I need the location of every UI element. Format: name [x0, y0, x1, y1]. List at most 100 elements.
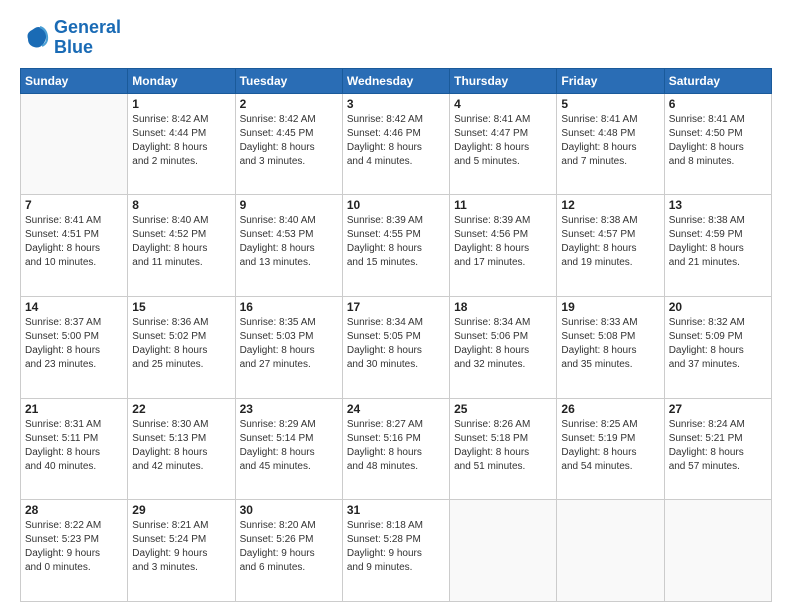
day-number: 30 [240, 503, 338, 517]
day-cell: 3 Sunrise: 8:42 AM Sunset: 4:46 PM Daylig… [342, 93, 449, 195]
day-number: 12 [561, 198, 659, 212]
day-number: 25 [454, 402, 552, 416]
day-cell: 13 Sunrise: 8:38 AM Sunset: 4:59 PM Dayli… [664, 195, 771, 297]
day-cell: 5Sunrise: 8:41 AM Sunset: 4:48 PM Daylig… [557, 93, 664, 195]
day-number: 5 [561, 97, 659, 111]
day-cell: 18 Sunrise: 8:34 AM Sunset: 5:06 PM Dayli… [450, 296, 557, 398]
day-cell: 28 Sunrise: 8:22 AM Sunset: 5:23 PM Dayli… [21, 500, 128, 602]
day-cell: 8 Sunrise: 8:40 AM Sunset: 4:52 PM Daylig… [128, 195, 235, 297]
day-cell: 10Sunrise: 8:39 AM Sunset: 4:55 PM Dayli… [342, 195, 449, 297]
day-info: Sunrise: 8:41 AM Sunset: 4:51 PM Dayligh… [25, 214, 123, 270]
day-cell: 30 Sunrise: 8:20 AM Sunset: 5:26 PM Dayli… [235, 500, 342, 602]
day-number: 21 [25, 402, 123, 416]
day-info: Sunrise: 8:42 AM Sunset: 4:46 PM Dayligh… [347, 113, 445, 169]
week-row-3: 14 Sunrise: 8:37 AM Sunset: 5:00 PM Dayli… [21, 296, 772, 398]
calendar-table: SundayMondayTuesdayWednesdayThursdayFrid… [20, 68, 772, 602]
day-cell: 7 Sunrise: 8:41 AM Sunset: 4:51 PM Daylig… [21, 195, 128, 297]
day-cell: 26Sunrise: 8:25 AM Sunset: 5:19 PM Dayli… [557, 398, 664, 500]
day-info: Sunrise: 8:42 AM Sunset: 4:44 PM Dayligh… [132, 113, 230, 169]
day-cell: 6 Sunrise: 8:41 AM Sunset: 4:50 PM Daylig… [664, 93, 771, 195]
day-number: 10 [347, 198, 445, 212]
week-row-2: 7 Sunrise: 8:41 AM Sunset: 4:51 PM Daylig… [21, 195, 772, 297]
logo-text: General Blue [54, 18, 121, 58]
day-cell: 17 Sunrise: 8:34 AM Sunset: 5:05 PM Dayli… [342, 296, 449, 398]
day-cell: 19 Sunrise: 8:33 AM Sunset: 5:08 PM Dayli… [557, 296, 664, 398]
day-info: Sunrise: 8:40 AM Sunset: 4:53 PM Dayligh… [240, 214, 338, 270]
day-number: 29 [132, 503, 230, 517]
day-cell: 12 Sunrise: 8:38 AM Sunset: 4:57 PM Dayli… [557, 195, 664, 297]
day-cell [664, 500, 771, 602]
day-number: 7 [25, 198, 123, 212]
day-number: 19 [561, 300, 659, 314]
weekday-friday: Friday [557, 68, 664, 93]
day-number: 16 [240, 300, 338, 314]
day-number: 4 [454, 97, 552, 111]
day-info: Sunrise: 8:31 AM Sunset: 5:11 PM Dayligh… [25, 418, 123, 474]
weekday-sunday: Sunday [21, 68, 128, 93]
day-cell: 24Sunrise: 8:27 AM Sunset: 5:16 PM Dayli… [342, 398, 449, 500]
day-info: Sunrise: 8:21 AM Sunset: 5:24 PM Dayligh… [132, 519, 230, 575]
day-number: 1 [132, 97, 230, 111]
calendar-body: 1 Sunrise: 8:42 AM Sunset: 4:44 PM Daylig… [21, 93, 772, 601]
header: General Blue [20, 18, 772, 58]
day-cell [557, 500, 664, 602]
logo: General Blue [20, 18, 121, 58]
calendar-header: SundayMondayTuesdayWednesdayThursdayFrid… [21, 68, 772, 93]
day-number: 14 [25, 300, 123, 314]
day-number: 23 [240, 402, 338, 416]
day-cell: 31 Sunrise: 8:18 AM Sunset: 5:28 PM Dayli… [342, 500, 449, 602]
day-number: 13 [669, 198, 767, 212]
weekday-thursday: Thursday [450, 68, 557, 93]
day-info: Sunrise: 8:29 AM Sunset: 5:14 PM Dayligh… [240, 418, 338, 474]
page: General Blue SundayMondayTuesdayWednesda… [0, 0, 792, 612]
day-number: 2 [240, 97, 338, 111]
day-number: 17 [347, 300, 445, 314]
day-number: 28 [25, 503, 123, 517]
day-cell: 16 Sunrise: 8:35 AM Sunset: 5:03 PM Dayli… [235, 296, 342, 398]
weekday-monday: Monday [128, 68, 235, 93]
week-row-4: 21 Sunrise: 8:31 AM Sunset: 5:11 PM Dayli… [21, 398, 772, 500]
day-number: 22 [132, 402, 230, 416]
day-cell: 11 Sunrise: 8:39 AM Sunset: 4:56 PM Dayli… [450, 195, 557, 297]
day-info: Sunrise: 8:34 AM Sunset: 5:06 PM Dayligh… [454, 316, 552, 372]
day-info: Sunrise: 8:32 AM Sunset: 5:09 PM Dayligh… [669, 316, 767, 372]
day-info: Sunrise: 8:34 AM Sunset: 5:05 PM Dayligh… [347, 316, 445, 372]
day-info: Sunrise: 8:37 AM Sunset: 5:00 PM Dayligh… [25, 316, 123, 372]
day-info: Sunrise: 8:26 AM Sunset: 5:18 PM Dayligh… [454, 418, 552, 474]
day-info: Sunrise: 8:38 AM Sunset: 4:57 PM Dayligh… [561, 214, 659, 270]
day-number: 26 [561, 402, 659, 416]
weekday-wednesday: Wednesday [342, 68, 449, 93]
day-cell [21, 93, 128, 195]
day-info: Sunrise: 8:35 AM Sunset: 5:03 PM Dayligh… [240, 316, 338, 372]
day-info: Sunrise: 8:20 AM Sunset: 5:26 PM Dayligh… [240, 519, 338, 575]
day-number: 8 [132, 198, 230, 212]
weekday-tuesday: Tuesday [235, 68, 342, 93]
day-cell: 21 Sunrise: 8:31 AM Sunset: 5:11 PM Dayli… [21, 398, 128, 500]
day-cell: 1 Sunrise: 8:42 AM Sunset: 4:44 PM Daylig… [128, 93, 235, 195]
day-info: Sunrise: 8:41 AM Sunset: 4:50 PM Dayligh… [669, 113, 767, 169]
day-cell: 23 Sunrise: 8:29 AM Sunset: 5:14 PM Dayli… [235, 398, 342, 500]
day-info: Sunrise: 8:36 AM Sunset: 5:02 PM Dayligh… [132, 316, 230, 372]
day-info: Sunrise: 8:22 AM Sunset: 5:23 PM Dayligh… [25, 519, 123, 575]
day-info: Sunrise: 8:38 AM Sunset: 4:59 PM Dayligh… [669, 214, 767, 270]
day-number: 9 [240, 198, 338, 212]
day-info: Sunrise: 8:39 AM Sunset: 4:56 PM Dayligh… [454, 214, 552, 270]
day-number: 20 [669, 300, 767, 314]
day-info: Sunrise: 8:18 AM Sunset: 5:28 PM Dayligh… [347, 519, 445, 575]
day-info: Sunrise: 8:30 AM Sunset: 5:13 PM Dayligh… [132, 418, 230, 474]
day-number: 11 [454, 198, 552, 212]
day-info: Sunrise: 8:24 AM Sunset: 5:21 PM Dayligh… [669, 418, 767, 474]
day-cell: 9 Sunrise: 8:40 AM Sunset: 4:53 PM Daylig… [235, 195, 342, 297]
day-number: 18 [454, 300, 552, 314]
day-number: 15 [132, 300, 230, 314]
logo-icon [20, 23, 50, 53]
day-number: 6 [669, 97, 767, 111]
day-info: Sunrise: 8:33 AM Sunset: 5:08 PM Dayligh… [561, 316, 659, 372]
day-cell: 14 Sunrise: 8:37 AM Sunset: 5:00 PM Dayli… [21, 296, 128, 398]
day-cell [450, 500, 557, 602]
day-number: 3 [347, 97, 445, 111]
day-number: 27 [669, 402, 767, 416]
day-info: Sunrise: 8:40 AM Sunset: 4:52 PM Dayligh… [132, 214, 230, 270]
day-number: 31 [347, 503, 445, 517]
weekday-saturday: Saturday [664, 68, 771, 93]
